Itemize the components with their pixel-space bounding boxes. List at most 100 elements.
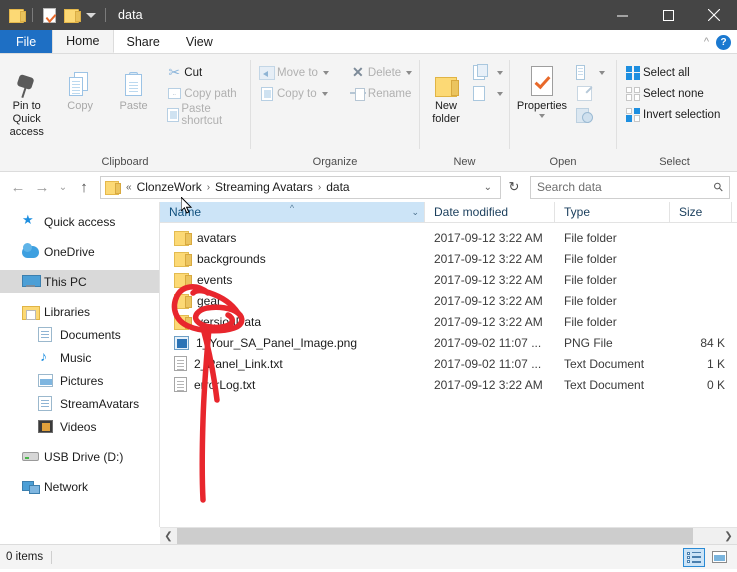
copy-to-button[interactable]: Copy to	[257, 83, 335, 104]
table-row[interactable]: versionData 2017-09-12 3:22 AM File fold…	[160, 311, 737, 332]
ribbon-group-label-select: Select	[659, 156, 690, 168]
chevron-down-icon[interactable]	[497, 91, 503, 96]
tab-view[interactable]: View	[173, 30, 226, 53]
recent-locations-button[interactable]: ⌄	[55, 176, 71, 198]
chevron-down-icon[interactable]	[497, 70, 503, 75]
address-breadcrumb-box[interactable]: « ClonzeWork › Streaming Avatars › data …	[100, 175, 501, 199]
column-header-date-modified[interactable]: Date modified	[425, 202, 555, 222]
edit-button[interactable]	[574, 83, 611, 104]
easy-access-button[interactable]	[472, 83, 509, 104]
customize-caret-icon[interactable]	[86, 12, 96, 18]
select-all-button[interactable]: Select all	[623, 62, 726, 83]
breadcrumb-item-streaming-avatars[interactable]: Streaming Avatars	[213, 180, 315, 194]
documents-icon	[38, 327, 58, 342]
sidebar-item-quick-access[interactable]: Quick access	[0, 210, 159, 233]
close-icon[interactable]	[691, 0, 737, 30]
details-view-button[interactable]	[683, 547, 705, 567]
move-to-button[interactable]: Move to	[257, 62, 335, 83]
copy-path-label: Copy path	[184, 87, 237, 100]
column-header-name[interactable]: ^ Name ⌄	[160, 202, 425, 222]
copy-button[interactable]: Copy	[53, 60, 106, 113]
sidebar-item-network[interactable]: Network	[0, 475, 159, 498]
chevron-down-icon[interactable]	[406, 70, 413, 75]
chevron-down-icon[interactable]: ⌄	[411, 207, 419, 218]
chevron-down-icon[interactable]	[599, 70, 605, 75]
forward-button[interactable]: →	[31, 176, 53, 198]
up-button[interactable]: ↑	[73, 176, 95, 198]
table-row[interactable]: backgrounds 2017-09-12 3:22 AM File fold…	[160, 248, 737, 269]
rename-button[interactable]: Rename	[348, 83, 418, 104]
details-view-icon	[687, 551, 701, 563]
table-row[interactable]: 2_Panel_Link.txt 2017-09-02 11:07 ... Te…	[160, 353, 737, 374]
tab-file[interactable]: File	[0, 30, 53, 53]
search-box[interactable]: Search data ⚲	[530, 175, 730, 199]
ribbon-group-clipboard: Pin to Quick access Copy Paste ✂ Cut .. …	[0, 54, 250, 172]
search-input[interactable]: Search data	[537, 180, 714, 194]
breadcrumb-item-clonzework[interactable]: ClonzeWork	[135, 180, 204, 194]
breadcrumb-item-data[interactable]: data	[324, 180, 351, 194]
large-icons-view-button[interactable]	[708, 548, 730, 567]
cut-button[interactable]: ✂ Cut	[164, 62, 250, 83]
help-icon[interactable]: ?	[716, 34, 731, 50]
rename-label: Rename	[367, 87, 412, 100]
refresh-icon[interactable]: ↻	[503, 176, 525, 199]
select-none-button[interactable]: Select none	[623, 83, 726, 104]
new-item-button[interactable]	[472, 62, 509, 83]
horizontal-scrollbar[interactable]: ❮ ❯	[160, 527, 737, 545]
history-button[interactable]	[574, 104, 611, 125]
file-date-cell: 2017-09-12 3:22 AM	[434, 230, 543, 245]
sidebar-item-videos[interactable]: Videos	[0, 415, 159, 438]
minimize-icon[interactable]	[599, 0, 645, 30]
table-row[interactable]: events 2017-09-12 3:22 AM File folder	[160, 269, 737, 290]
column-header-type[interactable]: Type	[555, 202, 670, 222]
ribbon: Pin to Quick access Copy Paste ✂ Cut .. …	[0, 54, 737, 172]
sidebar-item-pictures[interactable]: Pictures	[0, 369, 159, 392]
sidebar-item-libraries[interactable]: Libraries	[0, 300, 159, 323]
properties-icon[interactable]	[40, 6, 58, 24]
text-file-icon	[174, 356, 187, 371]
chevron-left-icon[interactable]: ❮	[160, 527, 177, 545]
table-row[interactable]: gear 2017-09-12 3:22 AM File folder	[160, 290, 737, 311]
file-name-label: 2_Panel_Link.txt	[194, 356, 283, 371]
back-button[interactable]: ←	[7, 176, 29, 198]
table-row[interactable]: avatars 2017-09-12 3:22 AM File folder	[160, 227, 737, 248]
chevron-down-icon[interactable]	[322, 70, 329, 75]
chevron-down-icon[interactable]	[539, 114, 545, 118]
paste-shortcut-button[interactable]: Paste shortcut	[164, 103, 250, 127]
scrollbar-track[interactable]	[177, 527, 720, 545]
main-area: Quick access OneDrive This PC Libraries …	[0, 202, 737, 527]
scrollbar-thumb[interactable]	[177, 527, 693, 545]
tab-home[interactable]: Home	[52, 30, 114, 53]
sidebar-item-documents[interactable]: Documents	[0, 323, 159, 346]
sidebar-item-onedrive[interactable]: OneDrive	[0, 240, 159, 263]
file-name-label: events	[197, 272, 233, 287]
chevron-right-icon[interactable]: ❯	[720, 527, 737, 545]
delete-button[interactable]: ✕ Delete	[348, 62, 418, 83]
table-row[interactable]: errorLog.txt 2017-09-12 3:22 AM Text Doc…	[160, 374, 737, 395]
folder-icon	[174, 231, 192, 246]
paste-button[interactable]: Paste	[107, 60, 160, 113]
file-name-cell: 1_Your_SA_Panel_Image.png	[160, 335, 425, 350]
sidebar-item-music[interactable]: Music	[0, 346, 159, 369]
new-folder-icon[interactable]	[62, 6, 81, 24]
invert-selection-button[interactable]: Invert selection	[623, 104, 726, 125]
new-folder-button[interactable]: New folder	[420, 60, 472, 126]
properties-button[interactable]: Properties	[510, 60, 574, 118]
sidebar-item-usb-drive[interactable]: USB Drive (D:)	[0, 445, 159, 468]
chevron-down-icon[interactable]	[321, 91, 328, 96]
folder-icon[interactable]	[7, 6, 26, 24]
file-type-cell: File folder	[564, 251, 617, 266]
open-button[interactable]	[574, 62, 611, 83]
copy-path-button[interactable]: .. Copy path	[164, 83, 250, 104]
ribbon-group-label-clipboard: Clipboard	[101, 156, 149, 168]
chevron-down-icon[interactable]: ⌄	[478, 182, 498, 193]
maximize-icon[interactable]	[645, 0, 691, 30]
sidebar-item-this-pc[interactable]: This PC	[0, 270, 159, 293]
sidebar-item-streamavatars[interactable]: StreamAvatars	[0, 392, 159, 415]
pin-to-quick-access-label: Pin to Quick access	[9, 100, 44, 138]
table-row[interactable]: 1_Your_SA_Panel_Image.png 2017-09-02 11:…	[160, 332, 737, 353]
tab-share[interactable]: Share	[114, 30, 173, 53]
column-header-size[interactable]: Size	[670, 202, 732, 222]
chevron-up-icon[interactable]: ^	[704, 36, 709, 48]
pin-to-quick-access-button[interactable]: Pin to Quick access	[0, 60, 53, 139]
